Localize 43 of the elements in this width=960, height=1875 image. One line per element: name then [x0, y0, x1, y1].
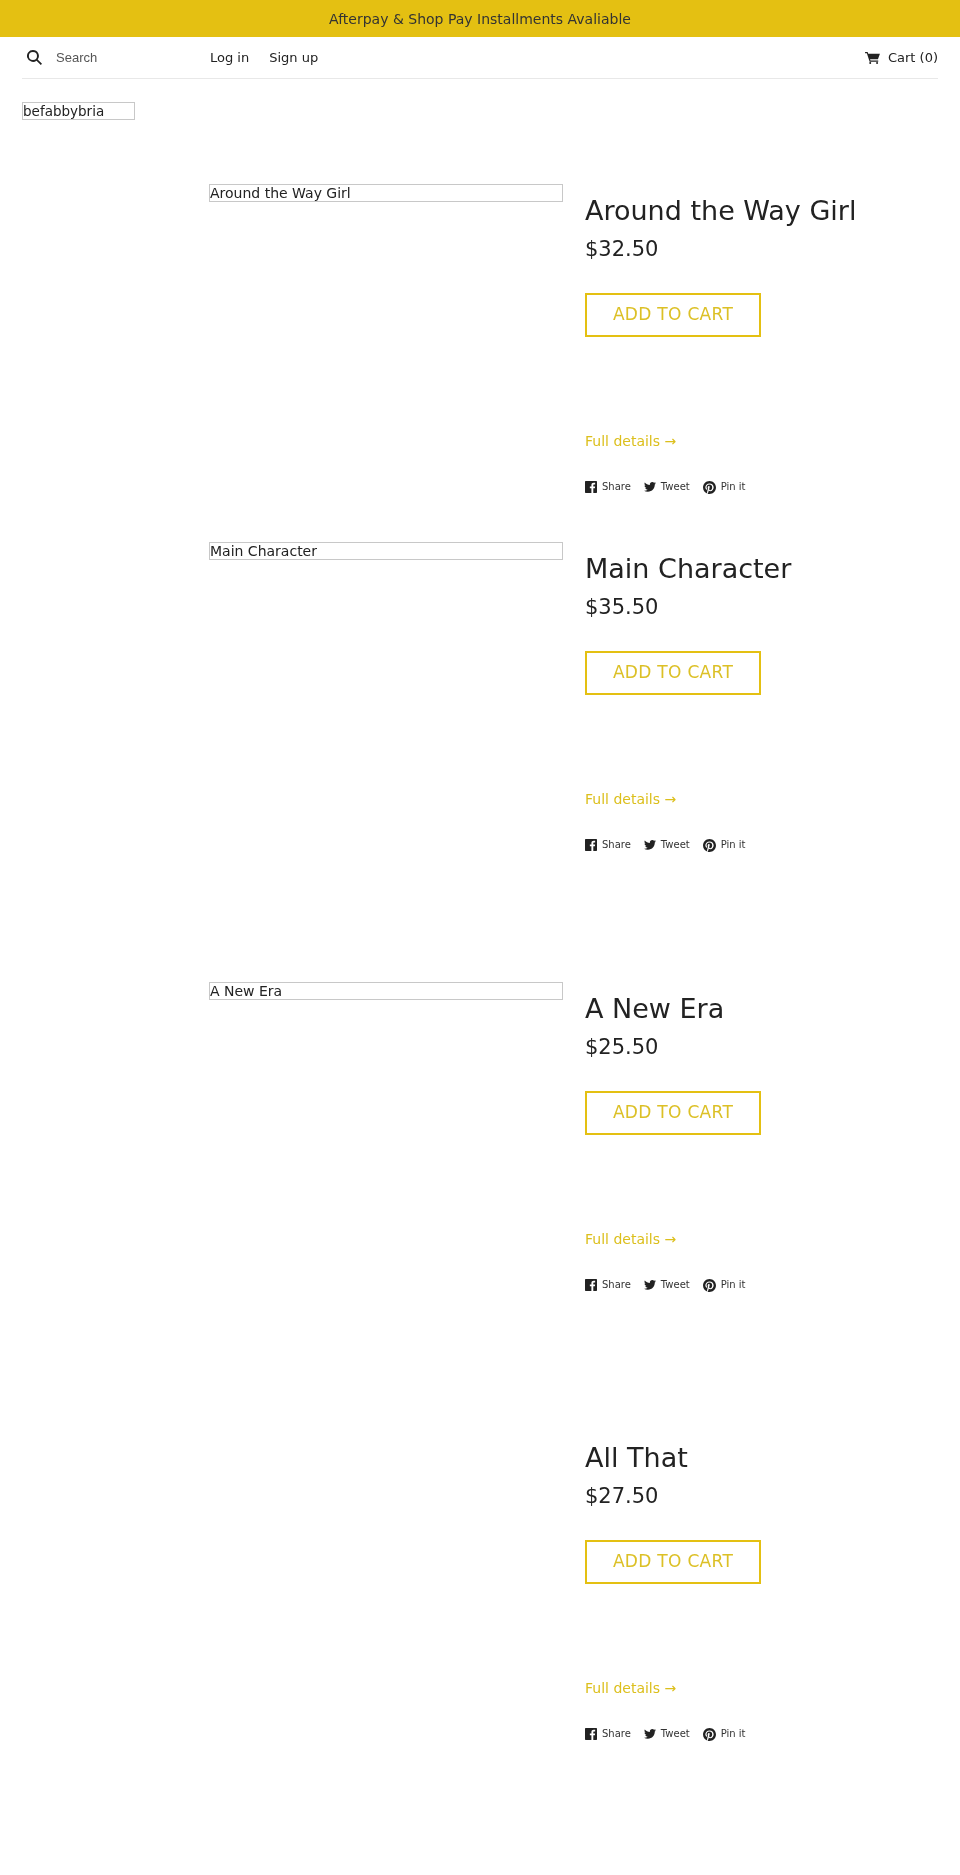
pinterest-icon [702, 838, 716, 852]
announcement-text: Afterpay & Shop Pay Installments Avaliable [329, 9, 631, 28]
pin-it-link[interactable]: Pin it [702, 1278, 746, 1292]
pinterest-icon [702, 1727, 716, 1741]
cart-link[interactable]: Cart (0) [864, 48, 938, 67]
facebook-share-link[interactable]: Share [585, 838, 631, 852]
facebook-share-link[interactable]: Share [585, 1278, 631, 1292]
facebook-icon [585, 481, 597, 493]
pinterest-icon [702, 1278, 716, 1292]
twitter-icon [643, 1729, 656, 1739]
product-title: A New Era [585, 993, 725, 1025]
product-image-placeholder[interactable]: A New Era [209, 982, 563, 1000]
search-field[interactable]: Search [56, 47, 196, 68]
tweet-link[interactable]: Tweet [643, 838, 690, 852]
product-title: All That [585, 1442, 688, 1474]
sign-up-link[interactable]: Sign up [269, 48, 319, 67]
product-image-placeholder[interactable]: Main Character [209, 542, 563, 560]
search-icon[interactable] [27, 50, 42, 65]
product-price: $32.50 [585, 236, 659, 263]
product-title: Around the Way Girl [585, 195, 857, 227]
log-in-link[interactable]: Log in [210, 48, 250, 67]
twitter-icon [643, 1280, 656, 1290]
tweet-link[interactable]: Tweet [643, 1727, 690, 1741]
pinterest-icon [702, 480, 716, 494]
product-title: Main Character [585, 553, 792, 585]
facebook-icon [585, 1728, 597, 1740]
pin-it-link[interactable]: Pin it [702, 480, 746, 494]
cart-icon [864, 51, 880, 64]
tweet-link[interactable]: Tweet [643, 1278, 690, 1292]
facebook-icon [585, 1279, 597, 1291]
pin-it-link[interactable]: Pin it [702, 838, 746, 852]
product-price: $35.50 [585, 594, 659, 621]
facebook-icon [585, 839, 597, 851]
product-price: $25.50 [585, 1034, 659, 1061]
facebook-share-link[interactable]: Share [585, 1727, 631, 1741]
product-image-placeholder[interactable]: Around the Way Girl [209, 184, 563, 202]
logo-link[interactable]: befabbybria [22, 102, 135, 120]
tweet-link[interactable]: Tweet [643, 480, 690, 494]
product-price: $27.50 [585, 1483, 659, 1510]
twitter-icon [643, 840, 656, 850]
facebook-share-link[interactable]: Share [585, 480, 631, 494]
pin-it-link[interactable]: Pin it [702, 1727, 746, 1741]
twitter-icon [643, 482, 656, 492]
